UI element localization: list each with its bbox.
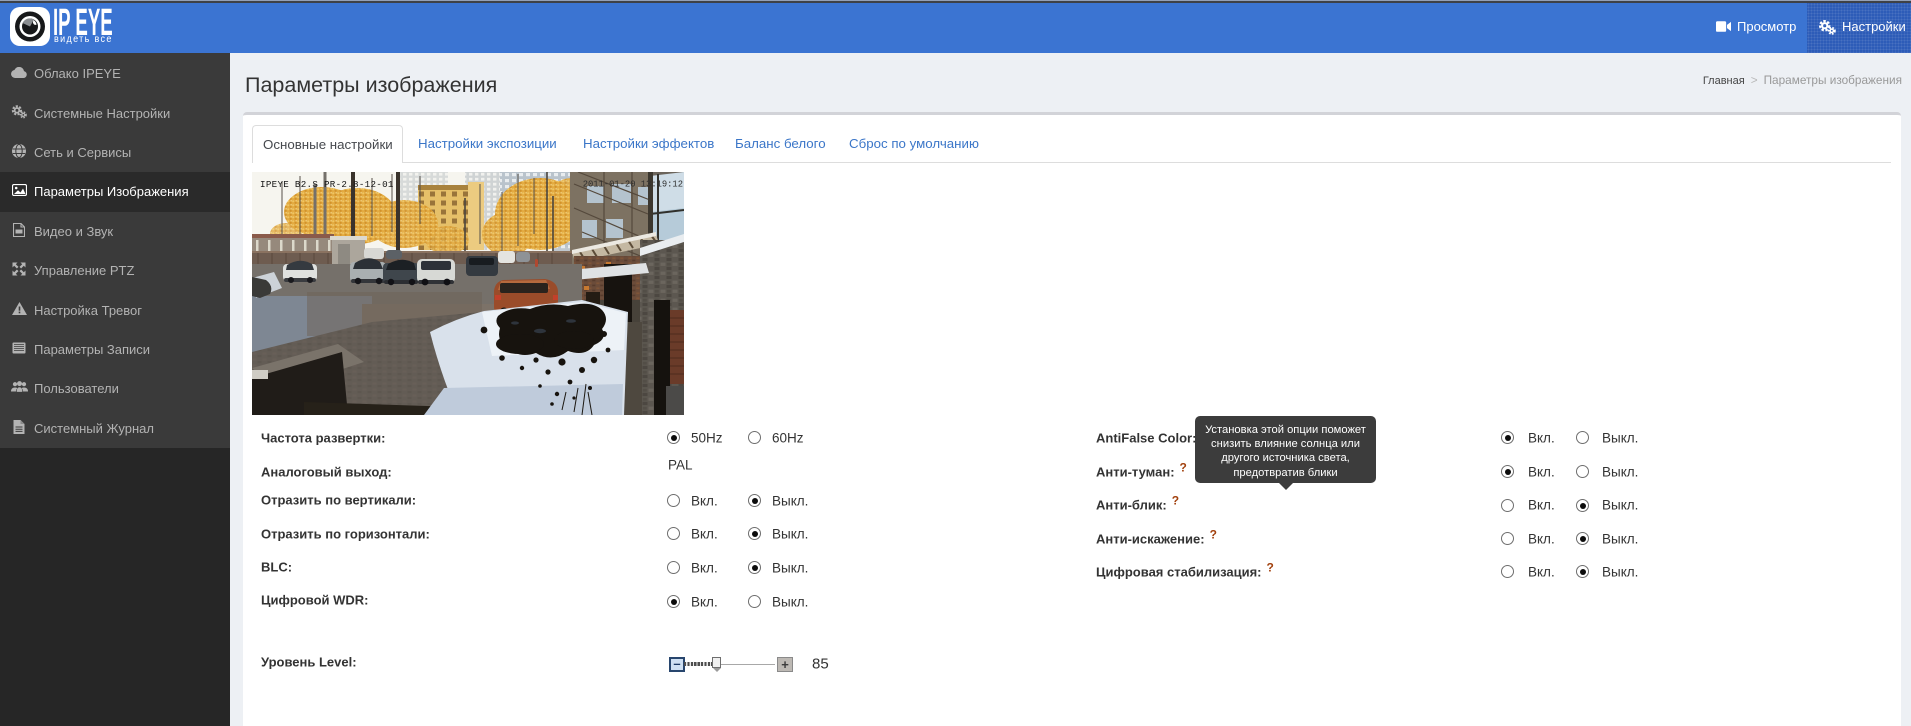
svg-text:IPEYE B2.S PR-2.8-12-01: IPEYE B2.S PR-2.8-12-01 (260, 179, 394, 190)
svg-text:2011-01-20 13:19:12: 2011-01-20 13:19:12 (583, 180, 683, 190)
